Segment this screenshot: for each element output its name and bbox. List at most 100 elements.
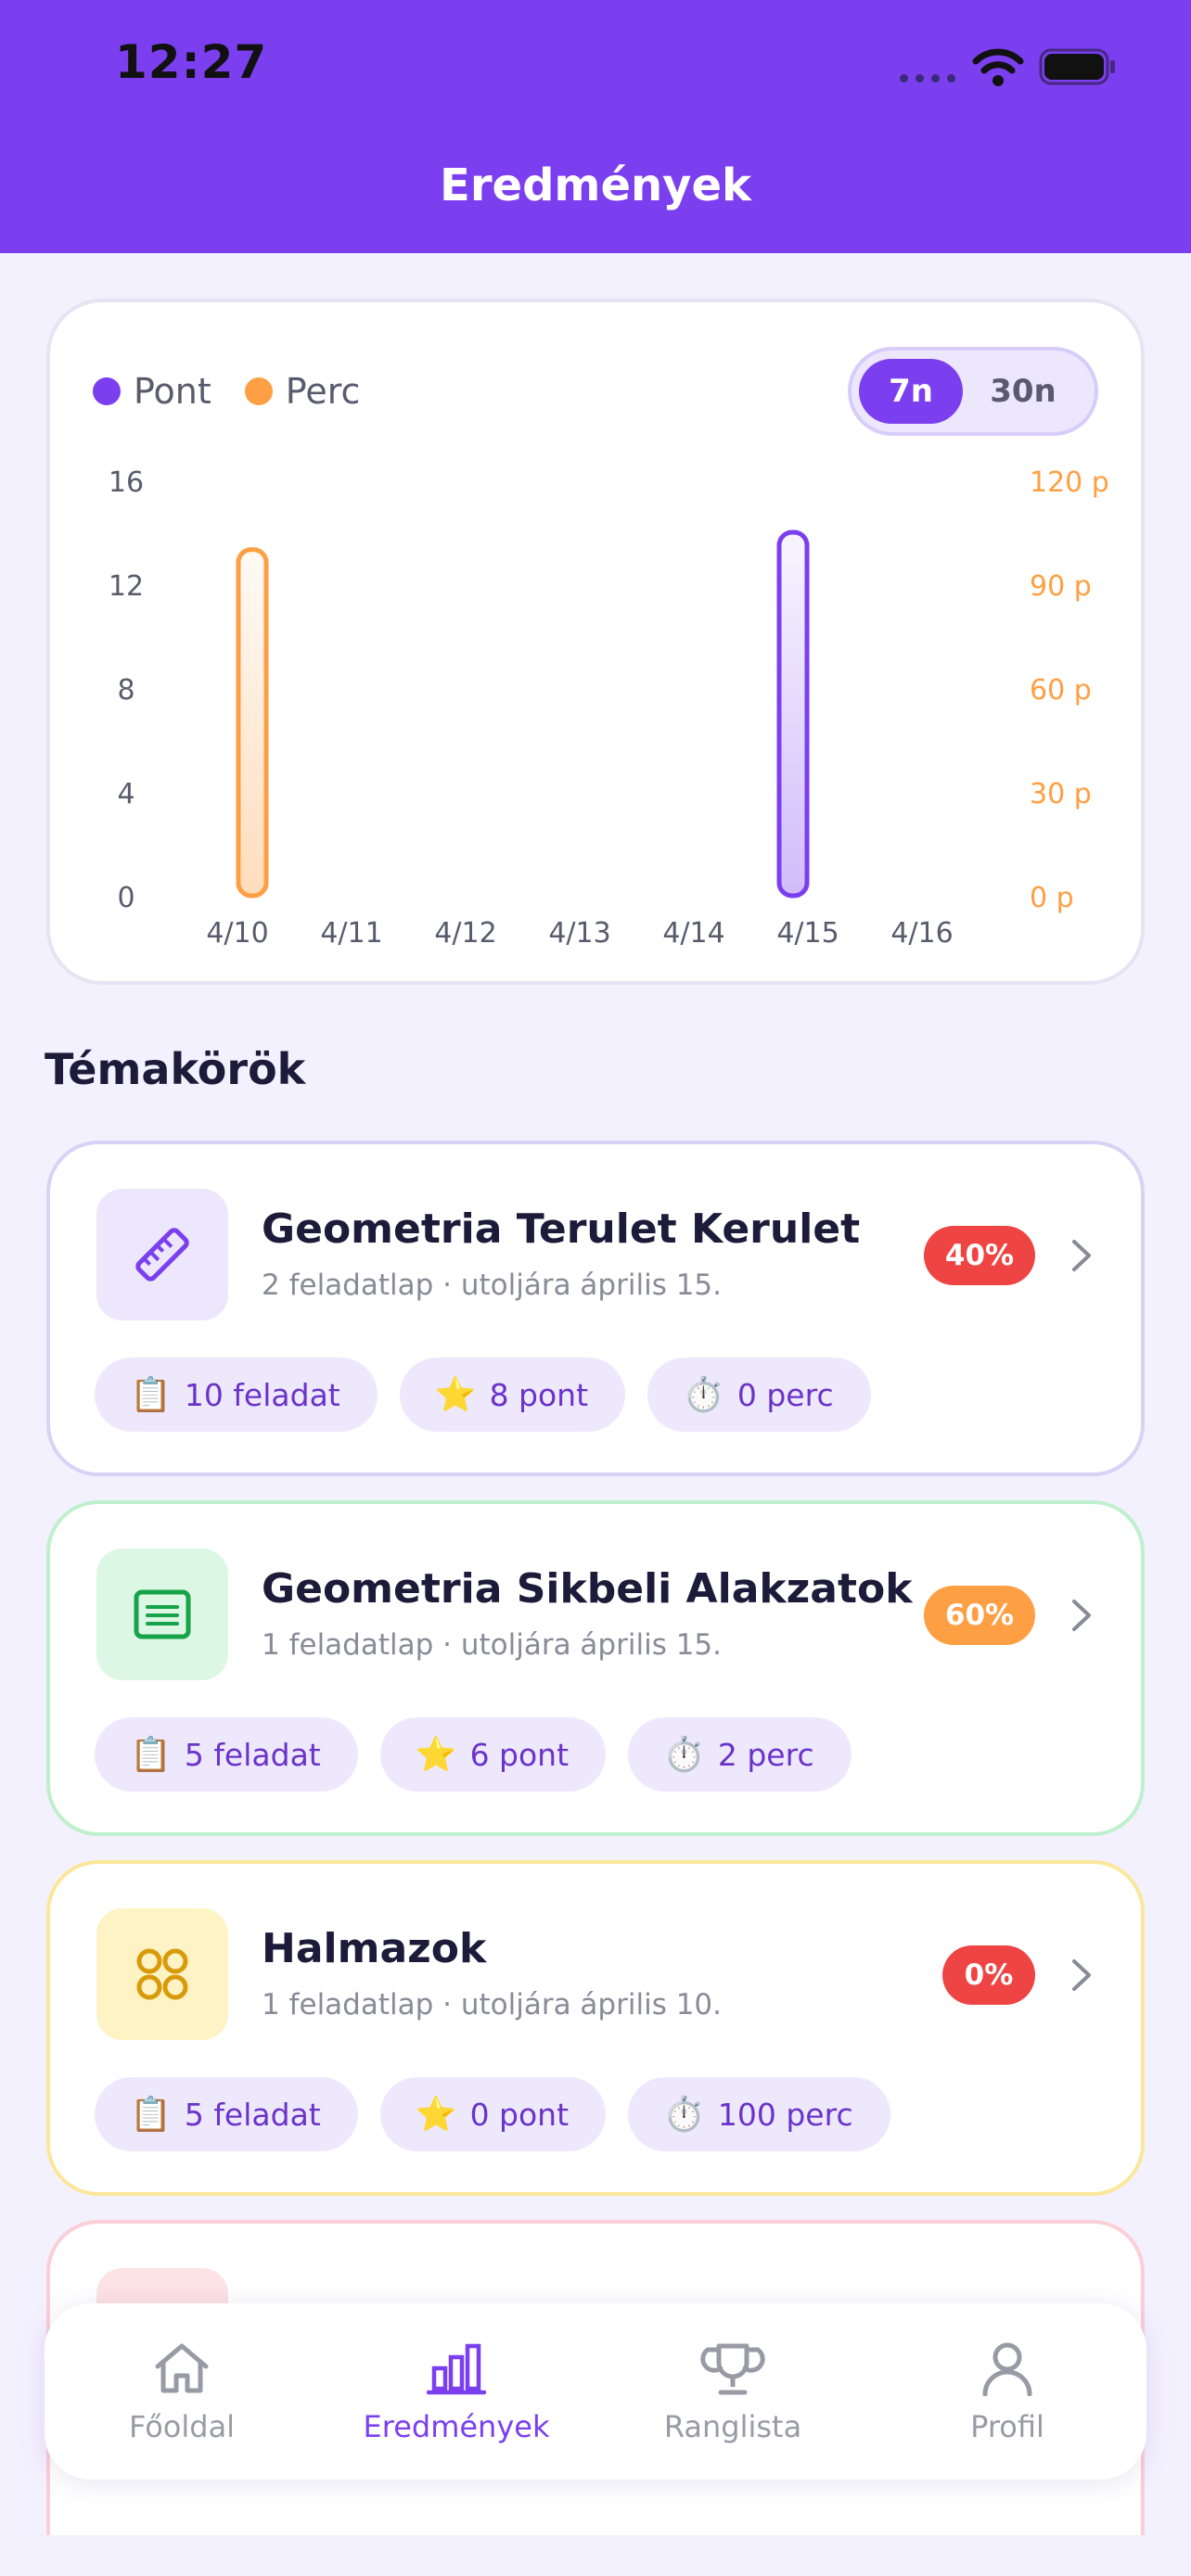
x-tick-label: 4/12 xyxy=(434,917,496,950)
tasks-chip-label: 5 feladat xyxy=(184,2096,321,2133)
topic-stats: 📋 10 feladat ⭐ 8 pont ⏱️ 0 perc xyxy=(95,1358,871,1432)
chevron-right-icon xyxy=(1072,1959,1091,1991)
y-right-tick-label: 120 p xyxy=(1030,466,1109,499)
legend-label-perc: Perc xyxy=(285,371,361,412)
minutes-chip-label: 100 perc xyxy=(717,2096,853,2133)
chevron-right-icon xyxy=(1072,1240,1091,1271)
tasks-chip: 📋 5 feladat xyxy=(95,1717,358,1792)
topic-icon-container xyxy=(96,1908,228,2040)
topic-title: Halmazok xyxy=(262,1925,487,1972)
range-7-days-button[interactable]: 7n xyxy=(859,359,963,424)
points-chip-label: 8 pont xyxy=(489,1376,589,1413)
minutes-chip: ⏱️ 0 perc xyxy=(647,1358,871,1432)
x-tick-label: 4/10 xyxy=(206,917,268,950)
topic-stats: 📋 5 feladat ⭐ 6 pont ⏱️ 2 perc xyxy=(95,1717,852,1792)
signal-icon xyxy=(900,74,955,83)
trophy-icon xyxy=(700,2343,765,2395)
clipboard-icon: 📋 xyxy=(130,1376,172,1414)
y-right-tick-label: 90 p xyxy=(1030,570,1092,603)
y-right-tick-label: 30 p xyxy=(1030,778,1092,810)
list-document-icon xyxy=(134,1589,191,1639)
y-left-tick-label: 0 xyxy=(117,882,134,914)
topic-card[interactable]: Geometria Sikbeli Alakzatok 1 feladatlap… xyxy=(46,1500,1145,1836)
legend-dot-perc xyxy=(244,377,273,405)
tasks-chip: 📋 5 feladat xyxy=(95,2077,358,2151)
tasks-chip: 📋 10 feladat xyxy=(95,1358,378,1432)
y-left-tick-label: 16 xyxy=(109,466,144,499)
chart-legend: Pont Perc xyxy=(93,371,393,412)
legend-label-pont: Pont xyxy=(134,371,211,412)
topic-subtitle: 1 feladatlap · utoljára április 15. xyxy=(262,1628,722,1662)
topic-subtitle: 1 feladatlap · utoljára április 10. xyxy=(262,1988,722,2021)
range-30-days-button[interactable]: 30n xyxy=(963,359,1083,424)
star-icon: ⭐ xyxy=(415,1736,457,1774)
minutes-chip-label: 2 perc xyxy=(717,1736,814,1773)
tasks-chip-label: 10 feladat xyxy=(184,1376,340,1413)
legend-item-pont: Pont xyxy=(93,371,211,412)
y-left-tick-label: 4 xyxy=(117,778,134,810)
x-tick-label: 4/13 xyxy=(548,917,610,950)
topic-icon-container xyxy=(96,1189,228,1320)
x-tick-label: 4/16 xyxy=(890,917,953,950)
y-left-tick-label: 12 xyxy=(109,570,144,603)
chart-bar-perc xyxy=(236,547,269,899)
page-title: Eredmények xyxy=(440,159,751,211)
points-chip-label: 0 pont xyxy=(469,2096,570,2133)
circles-grid-icon xyxy=(136,1948,188,2000)
y-right-tick-label: 0 p xyxy=(1030,882,1074,914)
star-icon: ⭐ xyxy=(415,2096,457,2134)
status-time: 12:27 xyxy=(115,35,268,89)
x-tick-label: 4/11 xyxy=(320,917,382,950)
tab-bar: Főoldal Eredmények Ranglista Profil xyxy=(45,2303,1146,2480)
bar-chart-icon xyxy=(427,2343,486,2395)
x-tick-label: 4/15 xyxy=(776,917,839,950)
points-chip: ⭐ 6 pont xyxy=(379,1717,607,1792)
tab-profile-label: Profil xyxy=(970,2409,1044,2444)
stopwatch-icon: ⏱️ xyxy=(663,1736,705,1774)
points-chip: ⭐ 8 pont xyxy=(399,1358,626,1432)
tab-home[interactable]: Főoldal xyxy=(70,2340,293,2444)
x-tick-label: 4/14 xyxy=(662,917,724,950)
minutes-chip: ⏱️ 2 perc xyxy=(628,1717,852,1792)
topic-percent-badge: 0% xyxy=(942,1945,1035,2005)
battery-icon xyxy=(1039,48,1115,85)
chevron-right-icon xyxy=(1072,1600,1091,1631)
clipboard-icon: 📋 xyxy=(130,2096,172,2134)
tab-results-label: Eredmények xyxy=(363,2409,550,2444)
stopwatch-icon: ⏱️ xyxy=(663,2096,705,2134)
tasks-chip-label: 5 feladat xyxy=(184,1736,321,1773)
topic-title: Geometria Terulet Kerulet xyxy=(262,1205,861,1253)
topic-card[interactable]: Halmazok 1 feladatlap · utoljára április… xyxy=(46,1860,1145,2196)
tab-leaderboard[interactable]: Ranglista xyxy=(621,2340,844,2444)
app-header: 12:27 Eredmények xyxy=(0,0,1191,253)
points-chip: ⭐ 0 pont xyxy=(379,2077,607,2151)
minutes-chip-label: 0 perc xyxy=(736,1376,834,1413)
star-icon: ⭐ xyxy=(434,1376,477,1414)
topic-subtitle: 2 feladatlap · utoljára április 15. xyxy=(262,1269,722,1302)
topic-stats: 📋 5 feladat ⭐ 0 pont ⏱️ 100 perc xyxy=(95,2077,890,2151)
stopwatch-icon: ⏱️ xyxy=(683,1376,724,1414)
profile-icon xyxy=(982,2342,1032,2396)
tab-home-label: Főoldal xyxy=(128,2409,236,2444)
range-toggle: 7n 30n xyxy=(848,347,1098,436)
y-left-tick-label: 8 xyxy=(117,674,134,707)
topic-percent-badge: 60% xyxy=(924,1586,1035,1645)
topic-percent-badge: 40% xyxy=(924,1226,1035,1285)
minutes-chip: ⏱️ 100 perc xyxy=(628,2077,890,2151)
topics-section-title: Témakörök xyxy=(45,1044,306,1094)
chart-bar-pont xyxy=(776,529,810,899)
topic-card[interactable]: Geometria Terulet Kerulet 2 feladatlap ·… xyxy=(46,1141,1145,1476)
legend-item-perc: Perc xyxy=(244,371,361,412)
topic-title: Geometria Sikbeli Alakzatok xyxy=(262,1565,913,1613)
tab-profile[interactable]: Profil xyxy=(896,2340,1119,2444)
ruler-icon xyxy=(135,1228,189,1282)
wifi-icon xyxy=(972,48,1024,86)
tab-leaderboard-label: Ranglista xyxy=(663,2409,802,2444)
tab-results[interactable]: Eredmények xyxy=(345,2340,568,2444)
y-right-tick-label: 60 p xyxy=(1030,674,1092,707)
legend-dot-pont xyxy=(93,377,121,405)
home-icon xyxy=(155,2343,209,2393)
points-chip-label: 6 pont xyxy=(469,1736,570,1773)
topic-icon-container xyxy=(96,1549,228,1680)
clipboard-icon: 📋 xyxy=(130,1736,172,1774)
